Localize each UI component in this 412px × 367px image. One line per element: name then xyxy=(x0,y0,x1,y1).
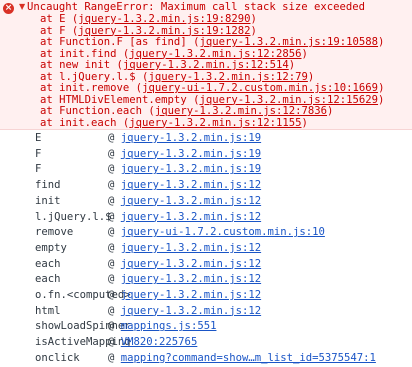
stack-frame-function: at new init ( xyxy=(40,59,123,71)
stack-frame-close-paren: ) xyxy=(378,82,385,94)
stack-frame-source-link[interactable]: jquery-1.3.2.min.js:12:15629 xyxy=(199,94,378,106)
at-symbol: @ xyxy=(108,241,115,254)
stack-frame-source-link[interactable]: jquery-1.3.2.min.js:12:7836 xyxy=(155,105,327,117)
stack-frame-function: at l.jQuery.l.$ ( xyxy=(40,70,149,83)
call-stack-row: onclick @ mapping?command=show…m_list_id=… xyxy=(0,349,412,367)
stack-frame-source-link[interactable]: jquery-ui-1.7.2.custom.min.js:10:1669 xyxy=(142,82,378,94)
stack-frame-close-paren: ) xyxy=(301,47,308,60)
call-stack-source-link[interactable]: jquery-1.3.2.min.js:12 xyxy=(121,258,261,270)
stack-frame-source-link[interactable]: jquery-1.3.2.min.js:19:8290 xyxy=(78,13,250,25)
call-stack-source-link[interactable]: jquery-1.3.2.min.js:12 xyxy=(121,305,261,317)
error-circle-icon: × xyxy=(3,3,14,14)
at-symbol: @ xyxy=(108,179,115,192)
call-stack-source-link[interactable]: jquery-ui-1.7.2.custom.min.js:10 xyxy=(121,226,325,238)
stack-frame-line: at F (jquery-1.3.2.min.js:19:1282) xyxy=(40,25,257,37)
stack-frame-line: at init.each (jquery-1.3.2.min.js:12:115… xyxy=(40,117,308,129)
call-stack-source-link[interactable]: jquery-1.3.2.min.js:19 xyxy=(121,148,261,160)
stack-frame-function: at F ( xyxy=(40,24,79,37)
at-symbol: @ xyxy=(108,257,115,270)
stack-frame-line: at init.find (jquery-1.3.2.min.js:12:285… xyxy=(40,48,308,60)
stack-frame-line: at Function.F [as find] (jquery-1.3.2.mi… xyxy=(40,36,384,48)
stack-frame-function: at init.find ( xyxy=(40,47,130,60)
stack-frame-function: at HTMLDivElement.empty ( xyxy=(40,93,200,106)
stack-frame-function: at E ( xyxy=(40,13,79,25)
stack-frame-close-paren: ) xyxy=(250,24,257,37)
call-stack-source-link[interactable]: VM820:225765 xyxy=(121,336,198,348)
stack-frame-close-paren: ) xyxy=(250,13,257,25)
stack-frame-close-paren: ) xyxy=(307,70,315,83)
call-stack-source-link[interactable]: jquery-1.3.2.min.js:12 xyxy=(121,195,261,207)
stack-frame-function: at init.remove ( xyxy=(40,82,143,94)
stack-frame-line: at E (jquery-1.3.2.min.js:19:8290) xyxy=(40,13,257,25)
error-message-block: × ▼ Uncaught RangeError: Maximum call st… xyxy=(0,0,412,130)
stack-frame-function: at Function.F [as find] ( xyxy=(40,36,200,48)
stack-frame-function: at init.each ( xyxy=(40,116,130,129)
call-stack-source-link[interactable]: jquery-1.3.2.min.js:19 xyxy=(121,163,261,175)
stack-frame-function: at Function.each ( xyxy=(40,105,155,117)
at-symbol: @ xyxy=(108,226,115,239)
at-symbol: @ xyxy=(108,147,115,160)
at-symbol: @ xyxy=(108,336,115,349)
stack-frame-close-paren: ) xyxy=(378,93,385,106)
stack-frame-close-paren: ) xyxy=(378,36,385,48)
call-stack-source-link[interactable]: mapping?command=show…m_list_id=5375547:1 xyxy=(121,352,376,364)
stack-frame-close-paren: ) xyxy=(288,59,296,71)
stack-frame-source-link[interactable]: jquery-1.3.2.min.js:12:1155 xyxy=(129,117,301,129)
stack-frame-close-paren: ) xyxy=(327,105,334,117)
console-panel: × ▼ Uncaught RangeError: Maximum call st… xyxy=(0,0,412,367)
stack-frame-line: at new init (jquery-1.3.2.min.js:12:514) xyxy=(40,59,295,71)
at-symbol: @ xyxy=(108,194,115,207)
call-stack-source-link[interactable]: jquery-1.3.2.min.js:19 xyxy=(121,132,261,144)
at-symbol: @ xyxy=(108,132,115,144)
call-stack-source: @ mapping?command=show…m_list_id=5375547… xyxy=(108,349,376,367)
stack-frame-source-link[interactable]: jquery-1.3.2.min.js:12:514 xyxy=(123,59,289,71)
stack-frame-source-link[interactable]: jquery-1.3.2.min.js:12:2856 xyxy=(129,48,301,60)
call-stack-source-link[interactable]: jquery-1.3.2.min.js:12 xyxy=(121,179,261,191)
at-symbol: @ xyxy=(108,273,115,286)
stack-frame-source-link[interactable]: jquery-1.3.2.min.js:12:79 xyxy=(148,71,307,83)
call-stack-function-name: onclick xyxy=(35,351,80,364)
at-symbol: @ xyxy=(108,304,115,317)
stack-frame-line: at l.jQuery.l.$ (jquery-1.3.2.min.js:12:… xyxy=(40,71,314,83)
stack-frame-source-link[interactable]: jquery-1.3.2.min.js:19:10588 xyxy=(199,36,378,48)
call-stack-source-link[interactable]: mappings.js:551 xyxy=(121,320,217,332)
at-symbol: @ xyxy=(108,320,115,333)
call-stack-source-link[interactable]: jquery-1.3.2.min.js:12 xyxy=(121,211,261,223)
error-message-text: Uncaught RangeError: Maximum call stack … xyxy=(27,1,366,13)
call-stack-source-link[interactable]: jquery-1.3.2.min.js:12 xyxy=(121,289,261,301)
stack-frame-line: at init.remove (jquery-ui-1.7.2.custom.m… xyxy=(40,82,384,94)
call-stack-source-link[interactable]: jquery-1.3.2.min.js:12 xyxy=(121,242,261,254)
at-symbol: @ xyxy=(108,289,115,301)
stack-frame-close-paren: ) xyxy=(301,116,308,129)
triangle-down-icon[interactable]: ▼ xyxy=(19,2,25,11)
stack-frame-source-link[interactable]: jquery-1.3.2.min.js:19:1282 xyxy=(78,25,250,37)
call-stack-source-link[interactable]: jquery-1.3.2.min.js:12 xyxy=(121,273,261,285)
at-symbol: @ xyxy=(108,163,115,176)
at-symbol: @ xyxy=(108,210,115,223)
at-symbol: @ xyxy=(108,351,115,364)
stack-frame-line: at Function.each (jquery-1.3.2.min.js:12… xyxy=(40,105,333,117)
stack-frame-line: at HTMLDivElement.empty (jquery-1.3.2.mi… xyxy=(40,94,384,106)
